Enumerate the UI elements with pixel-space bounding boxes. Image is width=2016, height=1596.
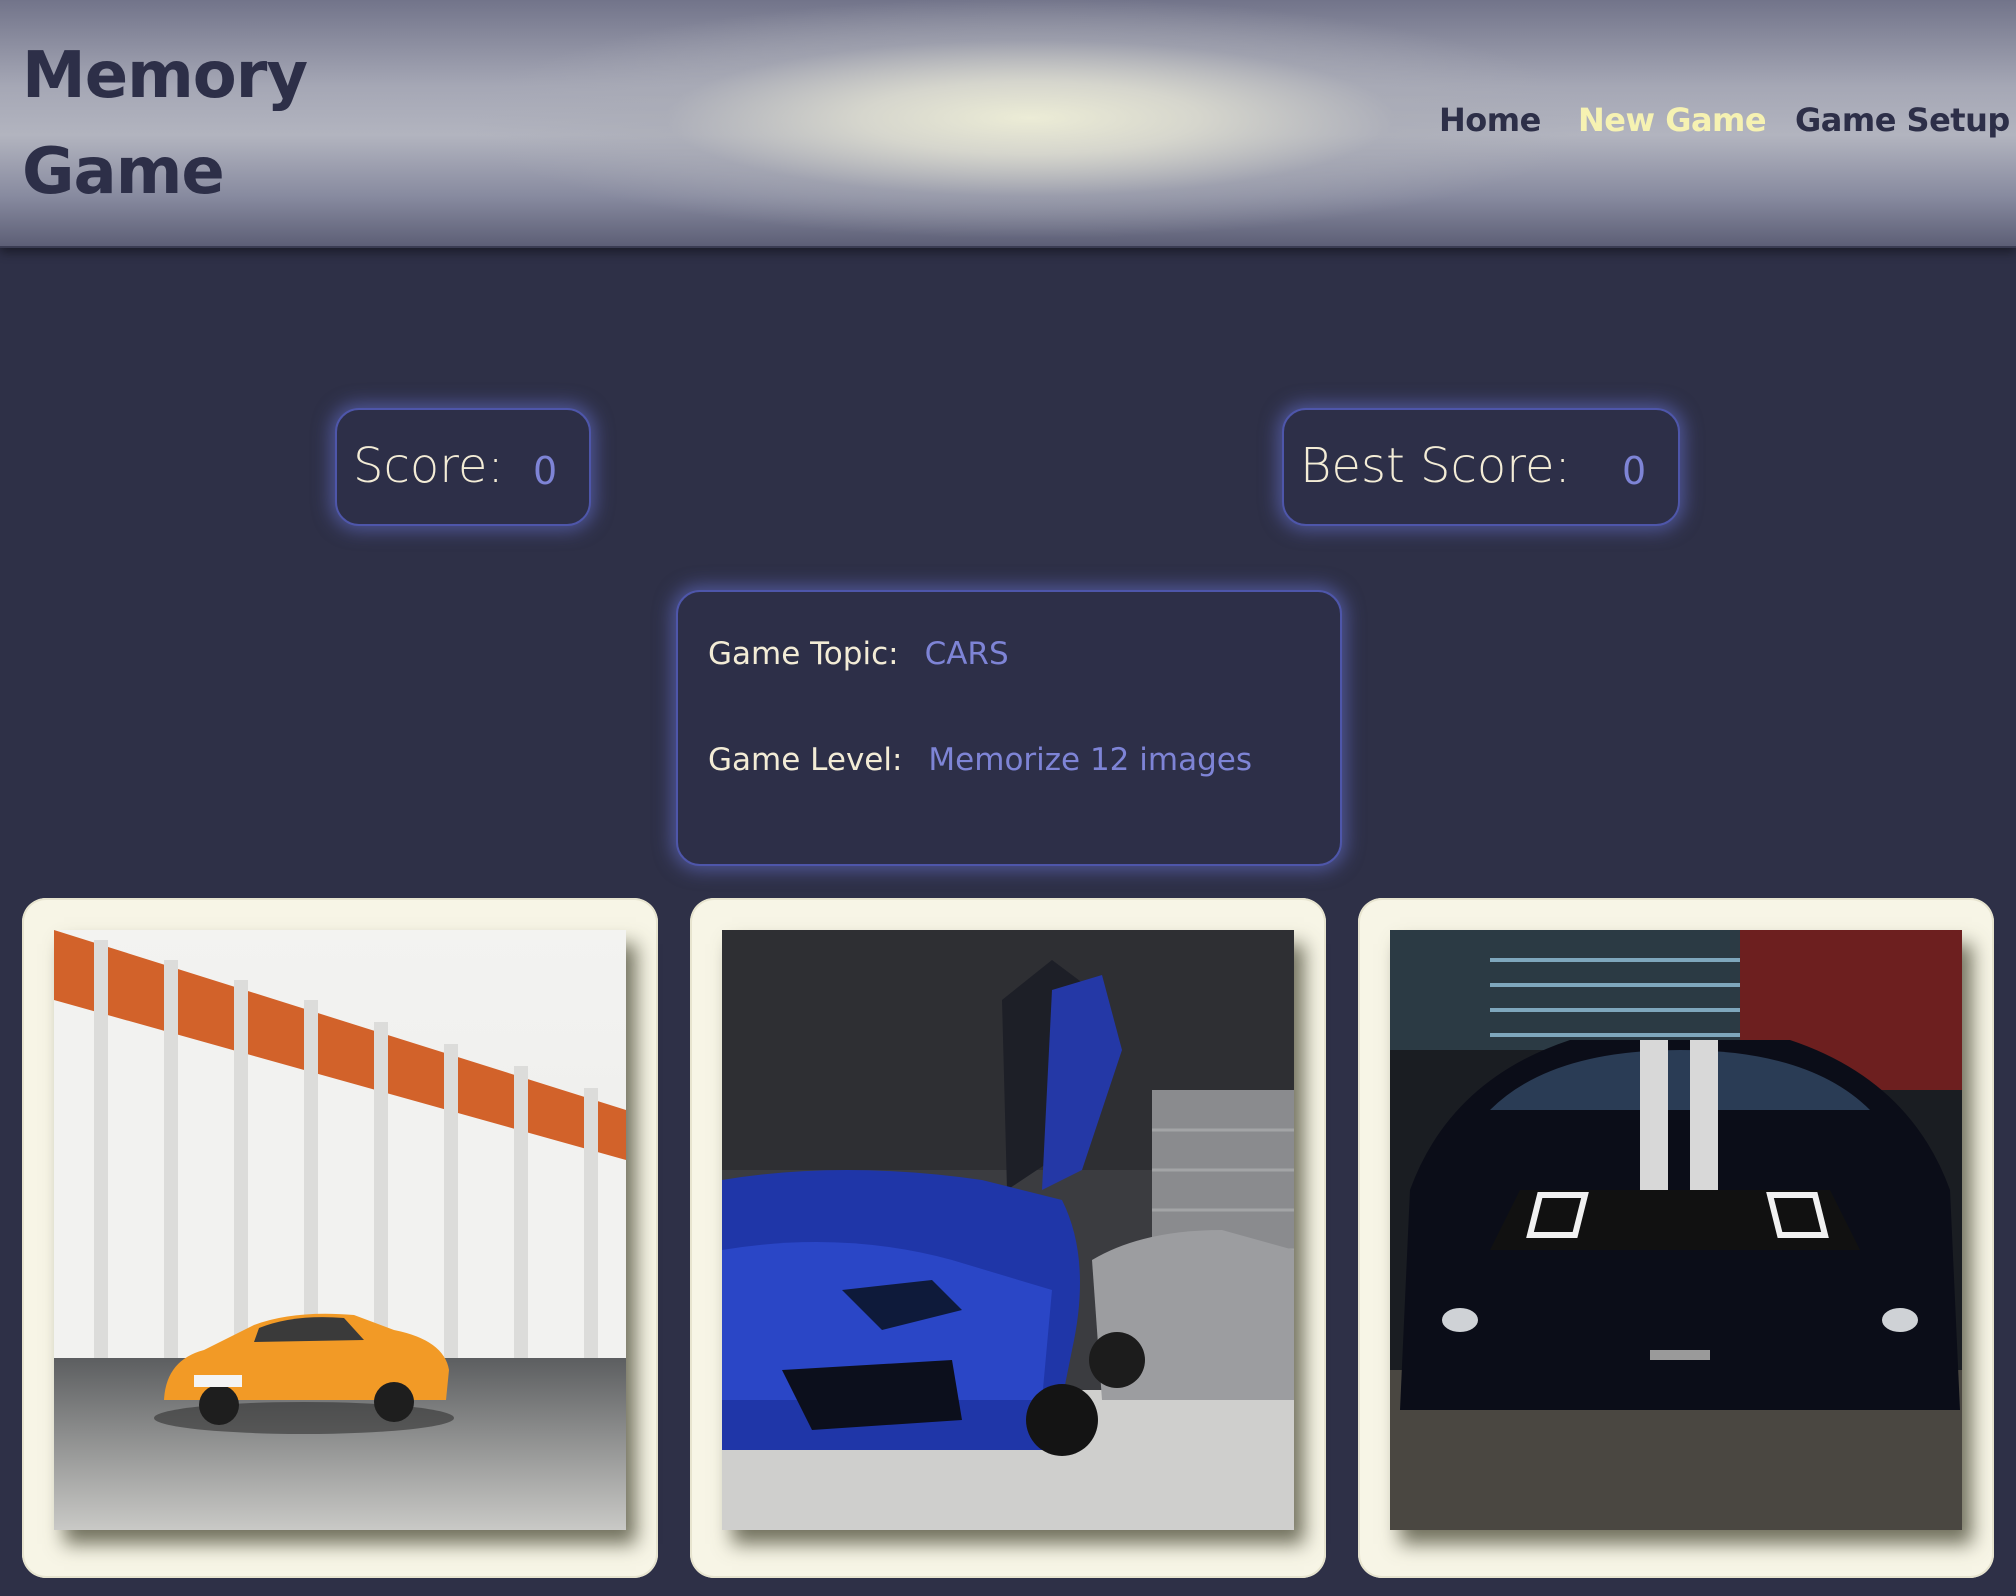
blue-supercar-image xyxy=(722,930,1294,1530)
score-value: 0 xyxy=(533,449,558,493)
main-nav: Home New Game Game Setup xyxy=(0,96,2016,144)
best-score-label: Best Score: xyxy=(1300,438,1571,494)
game-topic-row: Game Topic: CARS xyxy=(708,632,1009,676)
black-muscle-car-image xyxy=(1390,930,1962,1530)
nav-game-setup-link[interactable]: Game Setup xyxy=(1795,96,2010,144)
game-topic-label: Game Topic: xyxy=(708,636,899,672)
game-level-value: Memorize 12 images xyxy=(928,742,1252,778)
nav-new-game-link[interactable]: New Game xyxy=(1578,96,1767,144)
nav-home-link[interactable]: Home xyxy=(1439,96,1541,144)
game-level-row: Game Level: Memorize 12 images xyxy=(708,738,1252,782)
memory-card-3[interactable] xyxy=(1358,898,1994,1578)
memory-card-1[interactable] xyxy=(22,898,658,1578)
game-info-box: Game Topic: CARS Game Level: Memorize 12 i… xyxy=(676,590,1342,866)
score-label: Score: xyxy=(353,438,504,494)
score-box: Score: 0 xyxy=(335,408,591,526)
orange-sports-car-image xyxy=(54,930,626,1530)
game-topic-value: CARS xyxy=(924,636,1009,672)
header-bar: Memory Game Home New Game Game Setup xyxy=(0,0,2016,248)
game-level-label: Game Level: xyxy=(708,742,903,778)
memory-card-2[interactable] xyxy=(690,898,1326,1578)
best-score-box: Best Score: 0 xyxy=(1282,408,1680,526)
best-score-value: 0 xyxy=(1622,449,1647,493)
